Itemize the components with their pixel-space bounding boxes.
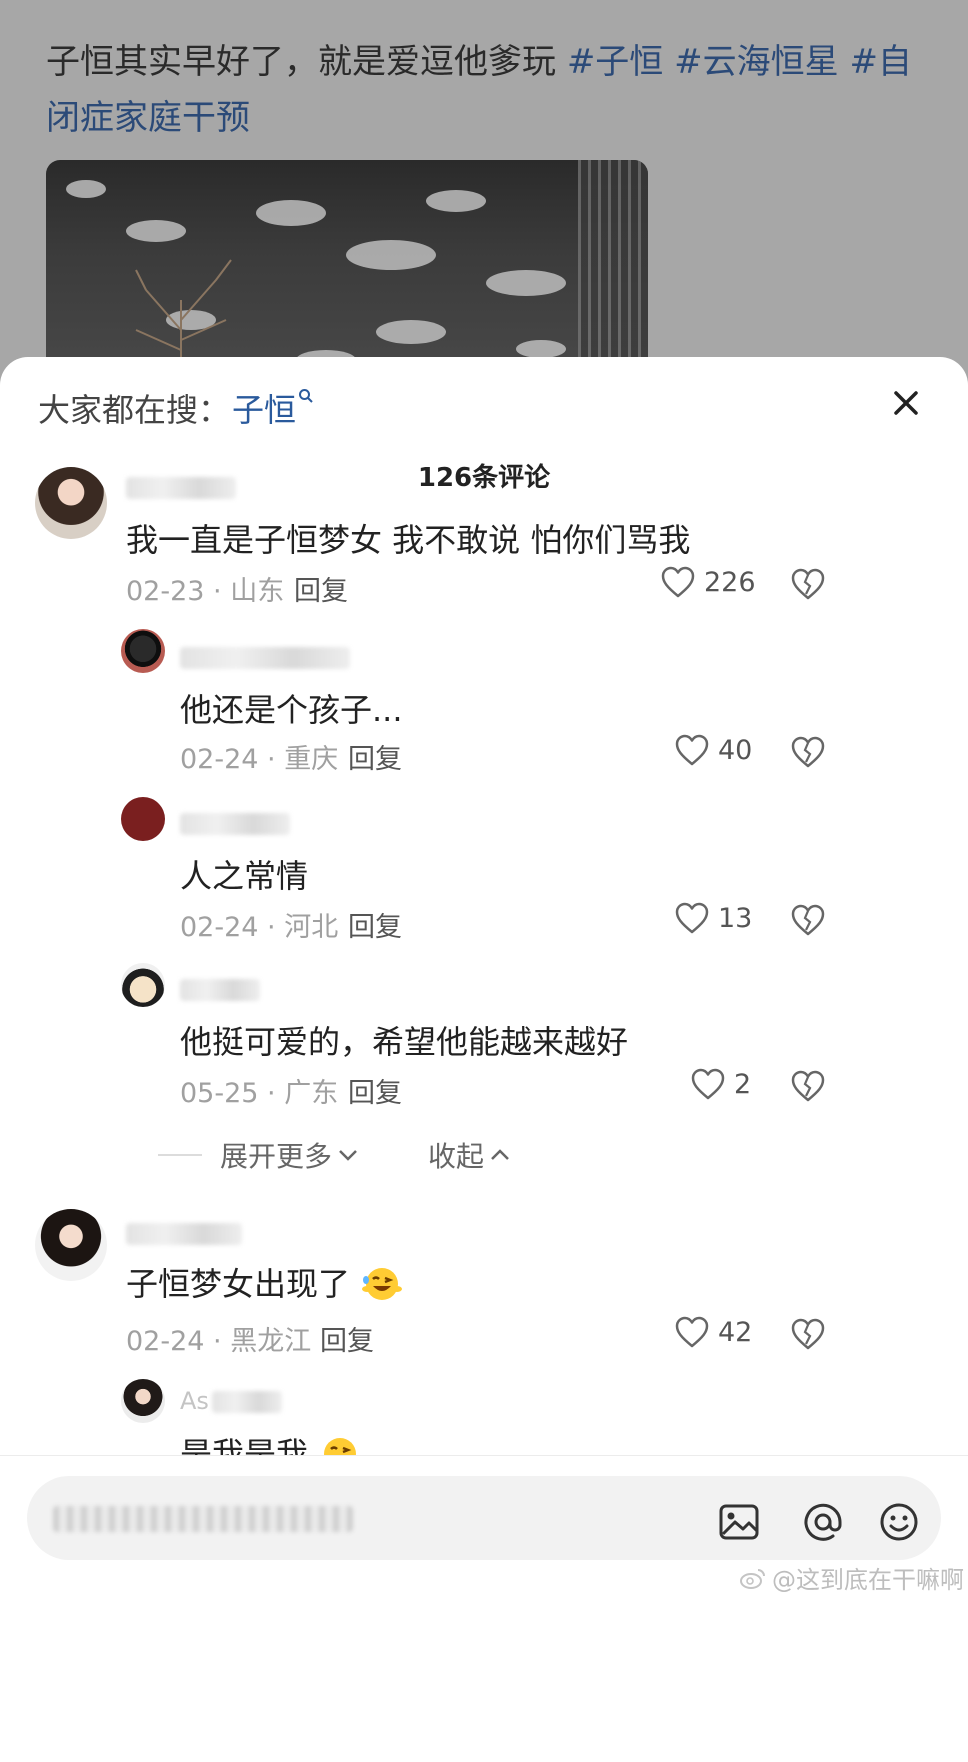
comment-meta: 02-24 · 河北 bbox=[180, 912, 339, 943]
username-partial[interactable]: As bbox=[180, 1387, 209, 1415]
background-post: 子恒其实早好了，就是爱逗他爹玩 #子恒 #云海恒星 #自闭症家庭干预 bbox=[0, 0, 968, 390]
mention-button[interactable] bbox=[797, 1496, 849, 1548]
weibo-logo-icon bbox=[740, 1568, 765, 1589]
broken-heart-icon bbox=[791, 1070, 825, 1102]
expand-label: 展开更多 bbox=[220, 1140, 333, 1173]
avatar[interactable] bbox=[121, 963, 165, 1007]
like-count: 40 bbox=[718, 734, 753, 766]
emoji-icon bbox=[880, 1503, 918, 1541]
weibo-watermark: @这到底在干嘛啊 bbox=[740, 1560, 964, 1595]
like-count: 13 bbox=[718, 902, 753, 934]
search-icon bbox=[298, 388, 314, 409]
search-keyword[interactable]: 子恒 bbox=[232, 385, 296, 431]
username-blurred[interactable] bbox=[180, 647, 350, 669]
reply-button[interactable]: 回复 bbox=[348, 905, 402, 944]
username-blurred[interactable] bbox=[212, 1391, 282, 1413]
post-text: 子恒其实早好了，就是爱逗他爹玩 #子恒 #云海恒星 #自闭症家庭干预 bbox=[46, 34, 926, 146]
reply-button[interactable]: 回复 bbox=[294, 569, 348, 608]
comment-meta: 02-23 · 山东 bbox=[126, 576, 285, 607]
broken-heart-icon bbox=[791, 568, 825, 600]
at-icon bbox=[804, 1503, 842, 1541]
heart-icon bbox=[661, 566, 695, 598]
username-blurred[interactable] bbox=[126, 477, 236, 499]
search-suggestion[interactable]: 大家都在搜： 子恒 bbox=[38, 385, 314, 431]
input-placeholder-blurred bbox=[53, 1506, 353, 1532]
heart-icon bbox=[691, 1068, 725, 1100]
comment-text: 他还是个孩子... bbox=[180, 691, 403, 729]
close-button[interactable] bbox=[886, 383, 926, 423]
heart-icon bbox=[675, 902, 709, 934]
comment-meta: 05-25 · 广东 bbox=[180, 1078, 339, 1109]
like-button[interactable]: 13 bbox=[674, 901, 752, 935]
replies-expand-row: 展开更多 收起 bbox=[158, 1135, 512, 1175]
dislike-button[interactable] bbox=[790, 1317, 826, 1355]
dislike-button[interactable] bbox=[790, 735, 826, 773]
reply-button[interactable]: 回复 bbox=[348, 1071, 402, 1110]
comment-meta: 02-24 · 重庆 bbox=[180, 744, 339, 775]
image-icon bbox=[719, 1504, 759, 1540]
username-blurred[interactable] bbox=[180, 813, 290, 835]
hashtag-link[interactable]: #云海恒星 bbox=[674, 42, 839, 82]
watermark-text: @这到底在干嘛啊 bbox=[772, 1566, 964, 1594]
dislike-button[interactable] bbox=[790, 1069, 826, 1107]
comment-text: 他挺可爱的，希望他能越来越好 bbox=[180, 1023, 629, 1061]
like-button[interactable]: 226 bbox=[660, 565, 756, 599]
comment-text: 人之常情 bbox=[180, 857, 309, 895]
emoji-picker-button[interactable] bbox=[873, 1496, 925, 1548]
comment-text: 我一直是子恒梦女 我不敢说 怕你们骂我 bbox=[126, 521, 691, 559]
collapse-button[interactable]: 收起 bbox=[428, 1135, 512, 1175]
heart-icon bbox=[675, 734, 709, 766]
avatar[interactable] bbox=[121, 1379, 165, 1423]
comment-text: 子恒梦女出现了 bbox=[126, 1259, 404, 1306]
broken-heart-icon bbox=[791, 1318, 825, 1350]
dislike-button[interactable] bbox=[790, 903, 826, 941]
broken-heart-icon bbox=[791, 736, 825, 768]
reply-button[interactable]: 回复 bbox=[320, 1319, 374, 1358]
expand-more-button[interactable]: 展开更多 bbox=[220, 1135, 360, 1175]
search-prefix: 大家都在搜： bbox=[38, 391, 231, 429]
like-button[interactable]: 40 bbox=[674, 733, 752, 767]
hashtag-link[interactable]: #子恒 bbox=[567, 42, 664, 82]
post-body: 子恒其实早好了，就是爱逗他爹玩 bbox=[46, 42, 556, 82]
heart-icon bbox=[675, 1316, 709, 1348]
avatar[interactable] bbox=[121, 629, 165, 673]
post-image[interactable] bbox=[46, 160, 648, 390]
collapse-label: 收起 bbox=[428, 1140, 485, 1173]
comment-meta: 02-24 · 黑龙江 bbox=[126, 1326, 312, 1357]
chevron-down-icon bbox=[339, 1150, 357, 1161]
image-picker-button[interactable] bbox=[713, 1496, 765, 1548]
username-blurred[interactable] bbox=[180, 979, 260, 1001]
laughing-emoji-icon bbox=[362, 1268, 403, 1300]
avatar[interactable] bbox=[35, 467, 107, 539]
reply-button[interactable]: 回复 bbox=[348, 737, 402, 776]
username-blurred[interactable] bbox=[126, 1223, 242, 1245]
comment-input[interactable] bbox=[27, 1476, 941, 1560]
close-icon bbox=[894, 391, 918, 415]
avatar[interactable] bbox=[35, 1209, 107, 1281]
like-count: 226 bbox=[704, 566, 756, 598]
like-button[interactable]: 2 bbox=[690, 1067, 751, 1101]
like-count: 42 bbox=[718, 1316, 753, 1348]
dislike-button[interactable] bbox=[790, 567, 826, 605]
divider bbox=[158, 1154, 202, 1156]
avatar[interactable] bbox=[121, 797, 165, 841]
comment-input-bar: @这到底在干嘛啊 bbox=[0, 1455, 968, 1762]
like-count: 2 bbox=[734, 1068, 752, 1100]
chevron-up-icon bbox=[491, 1149, 509, 1160]
like-button[interactable]: 42 bbox=[674, 1315, 752, 1349]
broken-heart-icon bbox=[791, 904, 825, 936]
comment-text-body: 子恒梦女出现了 bbox=[126, 1265, 351, 1303]
